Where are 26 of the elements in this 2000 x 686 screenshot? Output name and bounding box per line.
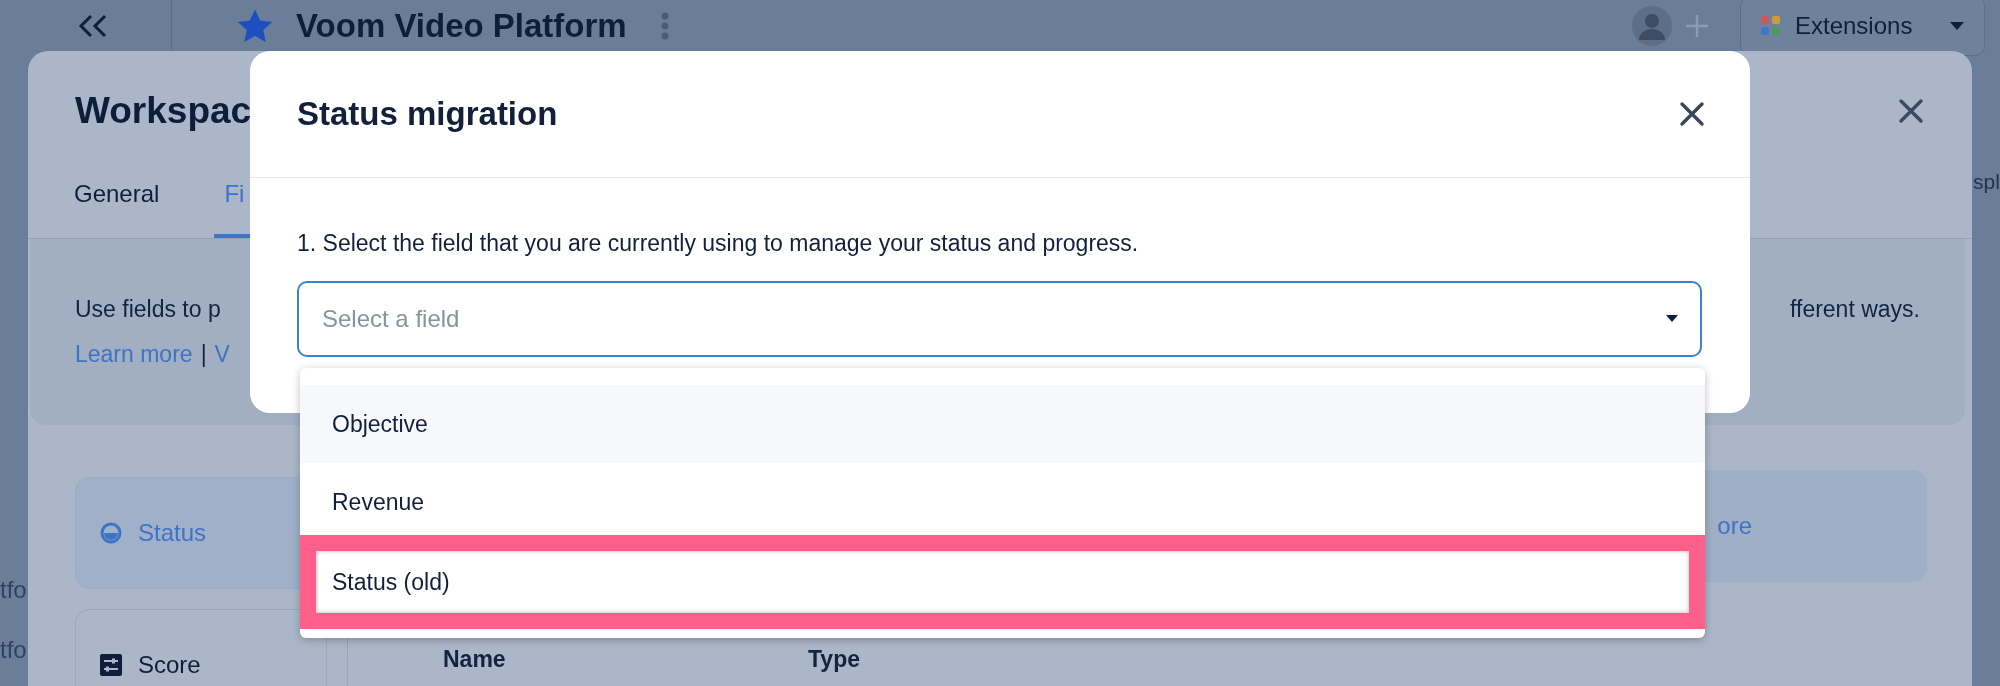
field-type-item[interactable]: Score [75, 609, 327, 686]
background-text: tfo [0, 576, 27, 604]
sliders-icon [100, 654, 122, 676]
separator-text: | [200, 341, 207, 368]
half-circle-icon [100, 522, 122, 544]
column-header: Type [808, 646, 861, 673]
avatar-icon[interactable] [1632, 5, 1672, 46]
dropdown-option[interactable]: Status (old) [300, 535, 1705, 629]
modal-title: Status migration [297, 95, 558, 133]
close-icon[interactable] [1898, 98, 1924, 124]
background-text: tfo [0, 636, 27, 664]
grid-icon [1761, 15, 1781, 36]
description-text: Use fields to p [75, 296, 221, 323]
column-header: Name [443, 646, 507, 673]
background-text: spl [1973, 170, 2000, 194]
panel-title: Workspac [75, 90, 252, 132]
description-text: fferent ways. [1790, 296, 1920, 323]
step-label: 1. Select the field that you are currently using to manage your status and progress. [297, 230, 1140, 257]
extensions-button[interactable]: Extensions [1740, 0, 1985, 56]
field-select[interactable]: Select a field [297, 281, 1702, 357]
dropdown-option[interactable]: Objective [300, 385, 1705, 463]
app-title: Voom Video Platform [296, 6, 627, 45]
caret-icon [1950, 21, 1964, 30]
tab[interactable]: General [64, 171, 170, 238]
close-icon[interactable] [1679, 101, 1705, 127]
caret-icon [1666, 315, 1678, 322]
